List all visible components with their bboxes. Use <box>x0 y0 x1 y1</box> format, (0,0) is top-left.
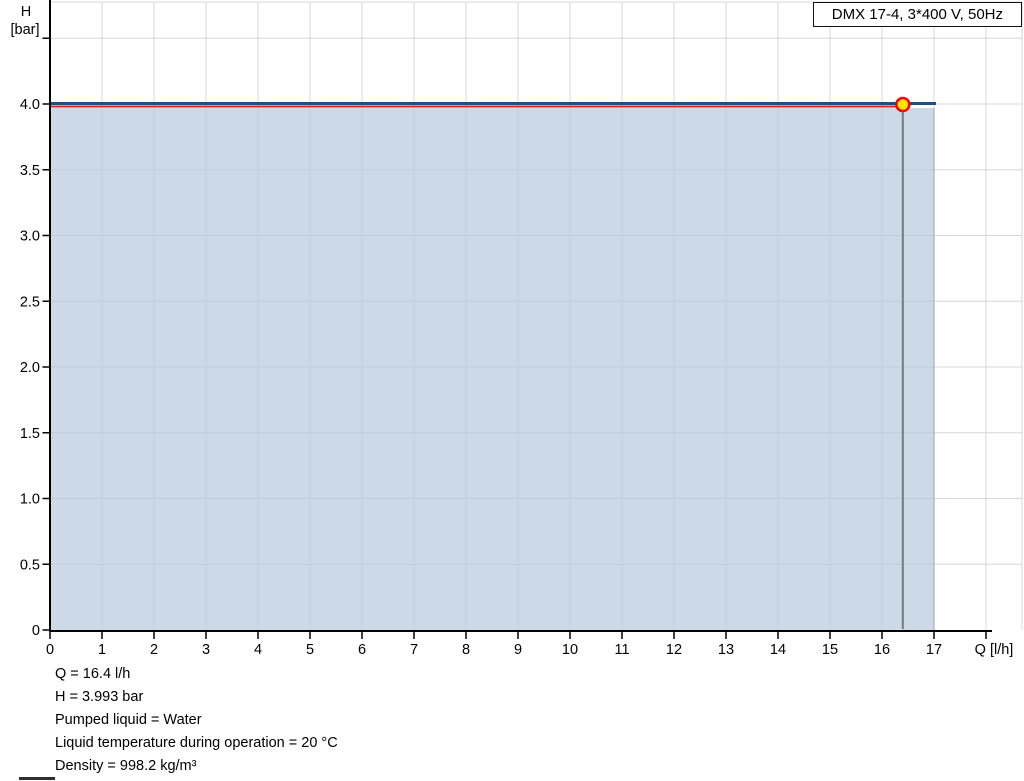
x-tick-label: 7 <box>410 642 418 658</box>
x-tick-label: 4 <box>254 642 262 658</box>
pump-qh-curve-panel: 0 0.5 1.0 1.5 2.0 2.5 3.0 3.5 4.0 0 1 2 3 4 5 6 7 8 9 10 11 1… <box>0 0 1024 781</box>
x-tick-label: 6 <box>358 642 366 658</box>
y-tick-label: 0 <box>32 623 40 639</box>
x-tick-label: 15 <box>822 642 838 658</box>
qh-chart-canvas: 00.51.01.52.02.53.03.54.00 1 2 3 4 5 6 7 8 9 10 11 1… <box>10 0 1023 658</box>
x-tick-label: 3 <box>202 642 210 658</box>
y-tick-label: 3.0 <box>20 229 40 245</box>
x-tick-label: 2 <box>150 642 158 658</box>
y-tick-label: 1.0 <box>20 492 40 508</box>
x-tick-label: 10 <box>562 642 578 658</box>
curve-legend-box: DMX 17-4, 3*400 V, 50Hz <box>812 2 1022 27</box>
info-line-liquid: Pumped liquid = Water <box>55 712 202 728</box>
info-line-density: Density = 998.2 kg/m³ <box>55 758 197 774</box>
x-tick-label: 13 <box>718 642 734 658</box>
x-tick-label: 17 <box>926 642 942 658</box>
x-tick-label: 8 <box>462 642 470 658</box>
x-tick-label: 14 <box>770 642 786 658</box>
y-axis-title-symbol: H <box>21 4 31 20</box>
x-tick-label: 1 <box>98 642 106 658</box>
x-tick-label: 16 <box>874 642 890 658</box>
info-line-head: H = 3.993 bar <box>55 689 144 705</box>
cropped-element-edge <box>19 777 55 780</box>
y-tick-label: 4.0 <box>20 97 40 113</box>
y-tick-label: 2.5 <box>20 294 40 310</box>
info-line-temperature: Liquid temperature during operation = 20… <box>55 735 338 751</box>
x-tick-label: 9 <box>514 642 522 658</box>
x-tick-label: 11 <box>614 642 629 658</box>
x-tick-label: 12 <box>666 642 682 658</box>
operating-point-marker[interactable] <box>895 96 911 113</box>
y-axis-title-unit: [bar] <box>10 22 39 38</box>
curve-area-fill <box>50 108 934 630</box>
x-tick-label: 5 <box>306 642 314 658</box>
x-axis-title: Q [l/h] <box>975 642 1014 658</box>
y-tick-label: 3.5 <box>20 163 40 179</box>
duty-point-info-block: Q = 16.4 l/h H = 3.993 bar Pumped liquid… <box>55 663 338 778</box>
info-line-flow: Q = 16.4 l/h <box>55 666 131 682</box>
x-tick-label: 0 <box>46 642 54 658</box>
y-tick-label: 2.0 <box>20 360 40 376</box>
y-tick-label: 0.5 <box>20 557 40 573</box>
y-tick-label: 1.5 <box>20 426 40 442</box>
